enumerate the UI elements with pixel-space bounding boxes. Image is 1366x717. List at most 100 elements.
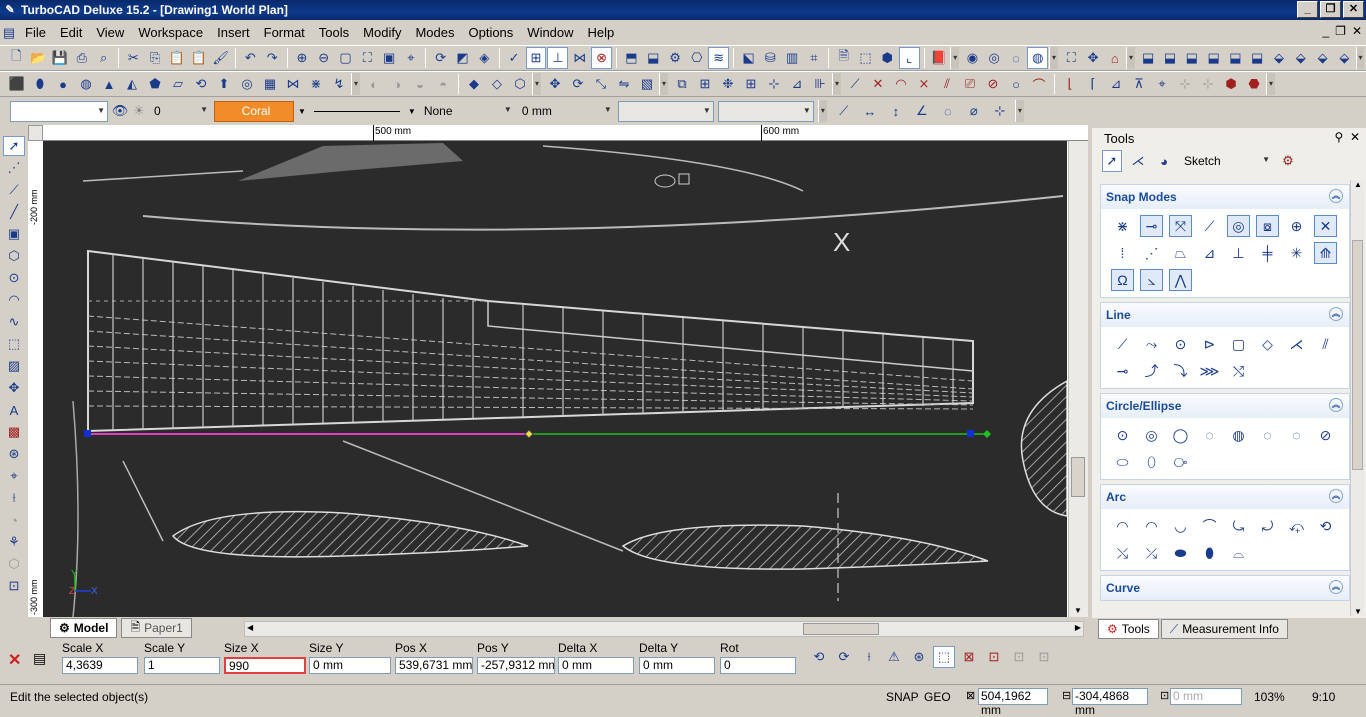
explode-icon[interactable]: ⊼ — [1128, 73, 1150, 95]
render-shade-icon[interactable]: ◎ — [984, 47, 1005, 69]
circle-cross-icon[interactable]: ⊘ — [1314, 424, 1337, 446]
toolbar-overflow[interactable]: ▾ — [817, 100, 827, 122]
toolbar-overflow[interactable]: ▾ — [1049, 47, 1058, 69]
snap-angle-icon[interactable]: ⋀ — [1169, 269, 1192, 291]
horizontal-scrollbar[interactable]: ◀ ▶ — [244, 621, 1084, 637]
arc-double-icon[interactable]: ◠ — [1140, 515, 1163, 537]
layer-combo[interactable]: ▼ — [10, 100, 108, 122]
view-back-icon[interactable]: ⬓ — [1160, 47, 1181, 69]
circle-3pt-icon[interactable]: ◌ — [1198, 424, 1221, 446]
select-icon[interactable]: ➚ — [1102, 150, 1122, 172]
ortho-toggle-icon[interactable]: ⊥ — [547, 47, 569, 69]
snap-intersection-icon[interactable]: ⊕ — [1285, 215, 1308, 237]
elliptic-arc-icon[interactable]: ⬬ — [1169, 542, 1192, 564]
scale-icon[interactable]: ⤡ — [590, 73, 612, 95]
vertical-scrollbar[interactable]: ▼ — [1068, 141, 1088, 617]
delta-x-input[interactable]: 0 mm — [558, 657, 634, 674]
mirror-icon[interactable]: ⇋ — [613, 73, 635, 95]
text-icon[interactable]: A — [3, 400, 25, 420]
zoom-out-icon[interactable]: ⊖ — [313, 47, 334, 69]
snap-alignment-icon[interactable]: ⊥ — [1227, 242, 1250, 264]
pin-icon[interactable]: ⚲ — [1334, 130, 1343, 144]
library-icon[interactable]: ⛁ — [760, 47, 781, 69]
zoom-page-icon[interactable]: ▣ — [379, 47, 400, 69]
edit-reference-icon[interactable]: ⟊ — [858, 646, 880, 668]
snap-indicator[interactable]: SNAP — [886, 690, 919, 704]
menu-options[interactable]: Options — [461, 25, 520, 40]
zoom-in-icon[interactable]: ⊕ — [292, 47, 313, 69]
collapse-icon[interactable]: ︽ — [1329, 489, 1343, 503]
circle-center-icon[interactable]: ⊙ — [1111, 424, 1134, 446]
arc-icon[interactable]: ◠ — [3, 290, 25, 310]
extrude-icon[interactable]: ⬆ — [213, 73, 235, 95]
slab-icon[interactable]: ▱ — [167, 73, 189, 95]
view-iso4-icon[interactable]: ⬙ — [1334, 47, 1355, 69]
close-button[interactable]: ✕ — [1343, 1, 1364, 18]
grid-toggle-icon[interactable]: ⊞ — [525, 47, 547, 69]
section-header-curve[interactable]: Curve ︽ — [1101, 576, 1349, 600]
color-dropdown-arrow[interactable]: ▼ — [298, 107, 306, 116]
scroll-left-arrow[interactable]: ◀ — [247, 623, 253, 632]
snap-aperture-icon[interactable]: ╪ — [1256, 242, 1279, 264]
toolbar-overflow[interactable]: ▾ — [1355, 47, 1365, 69]
y-coord-field[interactable]: -304,4868 mm — [1072, 688, 1148, 717]
rotate-icon[interactable]: ⟳ — [567, 73, 589, 95]
collapse-icon[interactable]: ︽ — [1329, 307, 1343, 321]
target-icon[interactable]: ◎ — [236, 73, 258, 95]
box-icon[interactable]: ⬚ — [855, 47, 876, 69]
sweep-icon[interactable]: ⋇ — [305, 73, 327, 95]
workplane-icon[interactable]: ⬒ — [621, 47, 642, 69]
loft-icon[interactable]: ⋈ — [282, 73, 304, 95]
torus-icon[interactable]: ◍ — [75, 73, 97, 95]
render-wire-icon[interactable]: ◌ — [1006, 47, 1027, 69]
freehand-icon[interactable]: ⤭ — [1227, 360, 1250, 382]
lightbulb-icon[interactable]: ☀ — [132, 100, 146, 122]
ungroup-icon[interactable]: ⬣ — [1243, 73, 1265, 95]
double-line-icon[interactable]: ⋙ — [1198, 360, 1221, 382]
doc-icon[interactable]: ▤ — [0, 22, 18, 44]
palette-options-icon[interactable]: ⚙ — [1278, 150, 1298, 172]
linear-copy-icon[interactable]: ⊹ — [763, 73, 785, 95]
snap-tool-icon[interactable]: ⋈ — [569, 47, 590, 69]
single-line-icon[interactable]: ⟋ — [1111, 333, 1134, 355]
line-width-combo[interactable]: 0 mm ▼ — [518, 101, 614, 122]
arc-x-icon[interactable]: ⤯ — [1111, 542, 1134, 564]
snap-middle-icon[interactable]: ⟋ — [1198, 215, 1221, 237]
circle-tan2-icon[interactable]: ◌ — [1256, 424, 1279, 446]
sphere-icon[interactable]: ● — [52, 73, 74, 95]
dim-linear-icon[interactable]: ⟋ — [833, 100, 855, 122]
mdi-restore-button[interactable]: ❐ — [1335, 24, 1346, 38]
undo-icon[interactable]: ↶ — [240, 47, 261, 69]
view-iso-icon[interactable]: ⬙ — [1269, 47, 1290, 69]
shell-icon[interactable]: ⬡ — [509, 73, 531, 95]
cube-view-icon[interactable]: ⬓ — [643, 47, 664, 69]
mdi-close-button[interactable]: ✕ — [1352, 24, 1362, 38]
group-icon[interactable]: ⬢ — [1220, 73, 1242, 95]
align-tool-icon[interactable]: ⚠ — [883, 646, 905, 668]
rotated-ellipse-icon[interactable]: ⬯ — [1140, 451, 1163, 473]
tab-model[interactable]: ⚙ Model — [50, 618, 118, 638]
scale-x-input[interactable]: 4,3639 — [62, 657, 138, 674]
snap-vertex-icon[interactable]: ⊸ — [1140, 215, 1163, 237]
snap-magnet-icon[interactable]: ⟰ — [1314, 242, 1337, 264]
print-icon[interactable]: ⎙ — [71, 47, 92, 69]
snap-grid-dots-icon[interactable]: ⁞ — [1111, 242, 1134, 264]
format-painter-icon[interactable]: 🖌 — [210, 47, 231, 69]
toolbar-overflow[interactable]: ▾ — [532, 73, 541, 95]
z-coord-field[interactable]: 0 mm — [1170, 688, 1242, 705]
line-circle-icon[interactable]: ⊙ — [1169, 333, 1192, 355]
ellipse-icon[interactable]: ⬭ — [1111, 451, 1134, 473]
menu-insert[interactable]: Insert — [210, 25, 257, 40]
tangent-line-icon[interactable]: ⊸ — [1111, 360, 1134, 382]
snap-star-icon[interactable]: ✳ — [1285, 242, 1308, 264]
stretch-icon[interactable]: ⎚ — [959, 73, 981, 95]
local-tool-icon[interactable]: ⟲ — [808, 646, 830, 668]
palette-mode-combo[interactable]: Sketch ▼ — [1180, 151, 1272, 172]
globe-icon[interactable]: ◕ — [1154, 150, 1174, 172]
insert-image-icon[interactable]: ▩ — [3, 422, 25, 442]
palette-close-icon[interactable]: ✕ — [1350, 130, 1360, 144]
menu-modify[interactable]: Modify — [356, 25, 408, 40]
save-icon[interactable]: 💾 — [50, 47, 71, 69]
collapse-icon[interactable]: ︽ — [1329, 398, 1343, 412]
section-header-snap-modes[interactable]: Snap Modes ︽ — [1101, 185, 1349, 209]
